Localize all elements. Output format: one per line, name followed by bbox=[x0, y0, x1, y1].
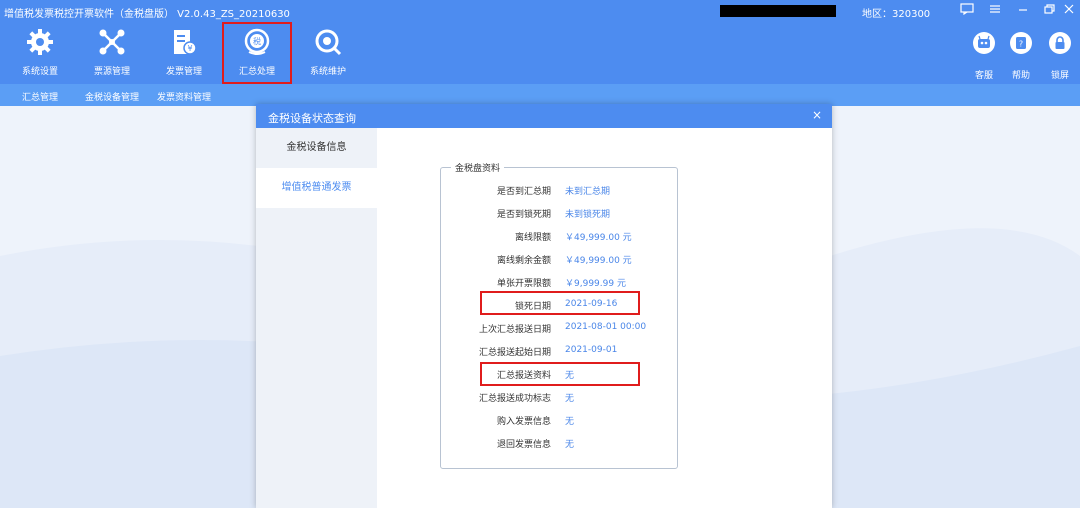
highlight-summary-data bbox=[480, 362, 640, 386]
tool-label: 系统设置 bbox=[21, 67, 58, 77]
row-value: 未到汇总期 bbox=[565, 187, 611, 197]
tax-disk-info-group: 金税盘资料 是否到汇总期 未到汇总期 是否到锁死期 未到锁死期 离线限额 ￥49… bbox=[440, 161, 678, 469]
subnav-summary-management[interactable]: 汇总管理 bbox=[22, 90, 58, 103]
redacted-block bbox=[720, 5, 836, 17]
row-key: 退回发票信息 bbox=[496, 440, 551, 450]
main-toolbar: 系统设置 票源管理 ¥ 发票管理 税 汇总处理 系统维护 客服 ? 帮助 锁屏 bbox=[0, 22, 1080, 84]
help-icon: ? bbox=[1010, 32, 1032, 54]
message-icon[interactable] bbox=[958, 3, 976, 19]
invoice-icon: ¥ bbox=[174, 30, 197, 55]
dialog-header: 金税设备状态查询 × bbox=[256, 104, 832, 128]
row-key: 离线剩余金额 bbox=[496, 256, 551, 266]
network-icon bbox=[99, 29, 125, 55]
rtool-label: 帮助 bbox=[1011, 71, 1030, 81]
rtool-label: 客服 bbox=[974, 71, 993, 81]
rtool-label: 锁屏 bbox=[1050, 71, 1069, 81]
row-key: 汇总报送成功标志 bbox=[478, 394, 551, 404]
sidebar-item-general-invoice[interactable]: 增值税普通发票 bbox=[256, 168, 377, 208]
lock-icon bbox=[1049, 32, 1071, 54]
row-value: ￥49,999.00 元 bbox=[565, 256, 632, 266]
tool-label: 票源管理 bbox=[93, 67, 130, 77]
row-key: 汇总报送起始日期 bbox=[478, 348, 551, 358]
tax-icon: 税 bbox=[244, 28, 270, 55]
subnav-tax-device-management[interactable]: 金税设备管理 bbox=[85, 90, 139, 103]
close-window-icon[interactable] bbox=[1060, 3, 1078, 19]
info-row: 是否到汇总期 未到汇总期 bbox=[441, 182, 677, 198]
menu-icon[interactable] bbox=[986, 3, 1004, 19]
row-value: 2021-09-01 bbox=[565, 345, 618, 355]
title-bar: 增值税发票税控开票软件（金税盘版） V2.0.43_ZS_20210630 地区… bbox=[0, 0, 1080, 22]
info-row: 是否到锁死期 未到锁死期 bbox=[441, 205, 677, 221]
info-row: 汇总报送起始日期 2021-09-01 bbox=[441, 343, 677, 359]
minimize-icon[interactable] bbox=[1014, 3, 1032, 19]
row-key: 上次汇总报送日期 bbox=[478, 325, 551, 335]
info-row: 购入发票信息 无 bbox=[441, 412, 677, 428]
tool-system-maintenance[interactable]: 系统维护 bbox=[298, 22, 358, 84]
svg-text:?: ? bbox=[1019, 40, 1023, 49]
row-key: 购入发票信息 bbox=[496, 417, 551, 427]
customer-service-button[interactable]: 客服 bbox=[966, 22, 1002, 84]
maintenance-icon bbox=[315, 29, 342, 56]
info-row: 离线剩余金额 ￥49,999.00 元 bbox=[441, 251, 677, 267]
tool-label: 发票管理 bbox=[165, 67, 202, 77]
row-value: ￥49,999.00 元 bbox=[565, 233, 632, 243]
tool-invoice-management[interactable]: ¥ 发票管理 bbox=[154, 22, 214, 84]
row-key: 是否到汇总期 bbox=[496, 187, 551, 197]
close-icon[interactable]: × bbox=[810, 108, 824, 122]
help-button[interactable]: ? 帮助 bbox=[1003, 22, 1039, 84]
row-value: 2021-08-01 00:00 bbox=[565, 322, 647, 332]
row-value: 无 bbox=[565, 440, 575, 450]
gear-icon bbox=[27, 29, 53, 55]
row-value: 无 bbox=[565, 417, 575, 427]
row-value: 未到锁死期 bbox=[565, 210, 611, 220]
lock-screen-button[interactable]: 锁屏 bbox=[1042, 22, 1078, 84]
info-row: 单张开票限额 ￥9,999.99 元 bbox=[441, 274, 677, 290]
tool-label: 汇总处理 bbox=[238, 67, 275, 77]
row-key: 是否到锁死期 bbox=[496, 210, 551, 220]
tool-label: 系统维护 bbox=[309, 67, 346, 77]
svg-text:¥: ¥ bbox=[187, 44, 192, 53]
restore-icon[interactable] bbox=[1040, 3, 1058, 19]
sidebar-item-device-info[interactable]: 金税设备信息 bbox=[256, 128, 377, 168]
info-row: 退回发票信息 无 bbox=[441, 435, 677, 451]
tool-summary-processing[interactable]: 税 汇总处理 bbox=[222, 22, 292, 84]
info-row: 离线限额 ￥49,999.00 元 bbox=[441, 228, 677, 244]
row-value: 无 bbox=[565, 394, 575, 404]
row-value: ￥9,999.99 元 bbox=[565, 279, 626, 289]
robot-icon bbox=[973, 32, 995, 54]
group-title: 金税盘资料 bbox=[451, 161, 505, 174]
dialog-title: 金税设备状态查询 bbox=[268, 112, 356, 125]
info-row: 汇总报送成功标志 无 bbox=[441, 389, 677, 405]
info-row: 上次汇总报送日期 2021-08-01 00:00 bbox=[441, 320, 677, 336]
highlight-lock-date bbox=[480, 291, 640, 315]
row-key: 单张开票限额 bbox=[496, 279, 551, 289]
svg-text:税: 税 bbox=[253, 36, 261, 46]
subnav-invoice-data-management[interactable]: 发票资料管理 bbox=[157, 90, 211, 103]
tool-system-settings[interactable]: 系统设置 bbox=[10, 22, 70, 84]
row-key: 离线限额 bbox=[514, 233, 551, 243]
tool-ticket-source[interactable]: 票源管理 bbox=[82, 22, 142, 84]
app-title: 增值税发票税控开票软件（金税盘版） V2.0.43_ZS_20210630 bbox=[4, 9, 290, 20]
dialog-sidebar: 金税设备信息 增值税普通发票 bbox=[256, 128, 377, 508]
sub-navigation: 汇总管理 金税设备管理 发票资料管理 bbox=[0, 84, 1080, 106]
region-label: 地区：320300 bbox=[862, 9, 931, 20]
